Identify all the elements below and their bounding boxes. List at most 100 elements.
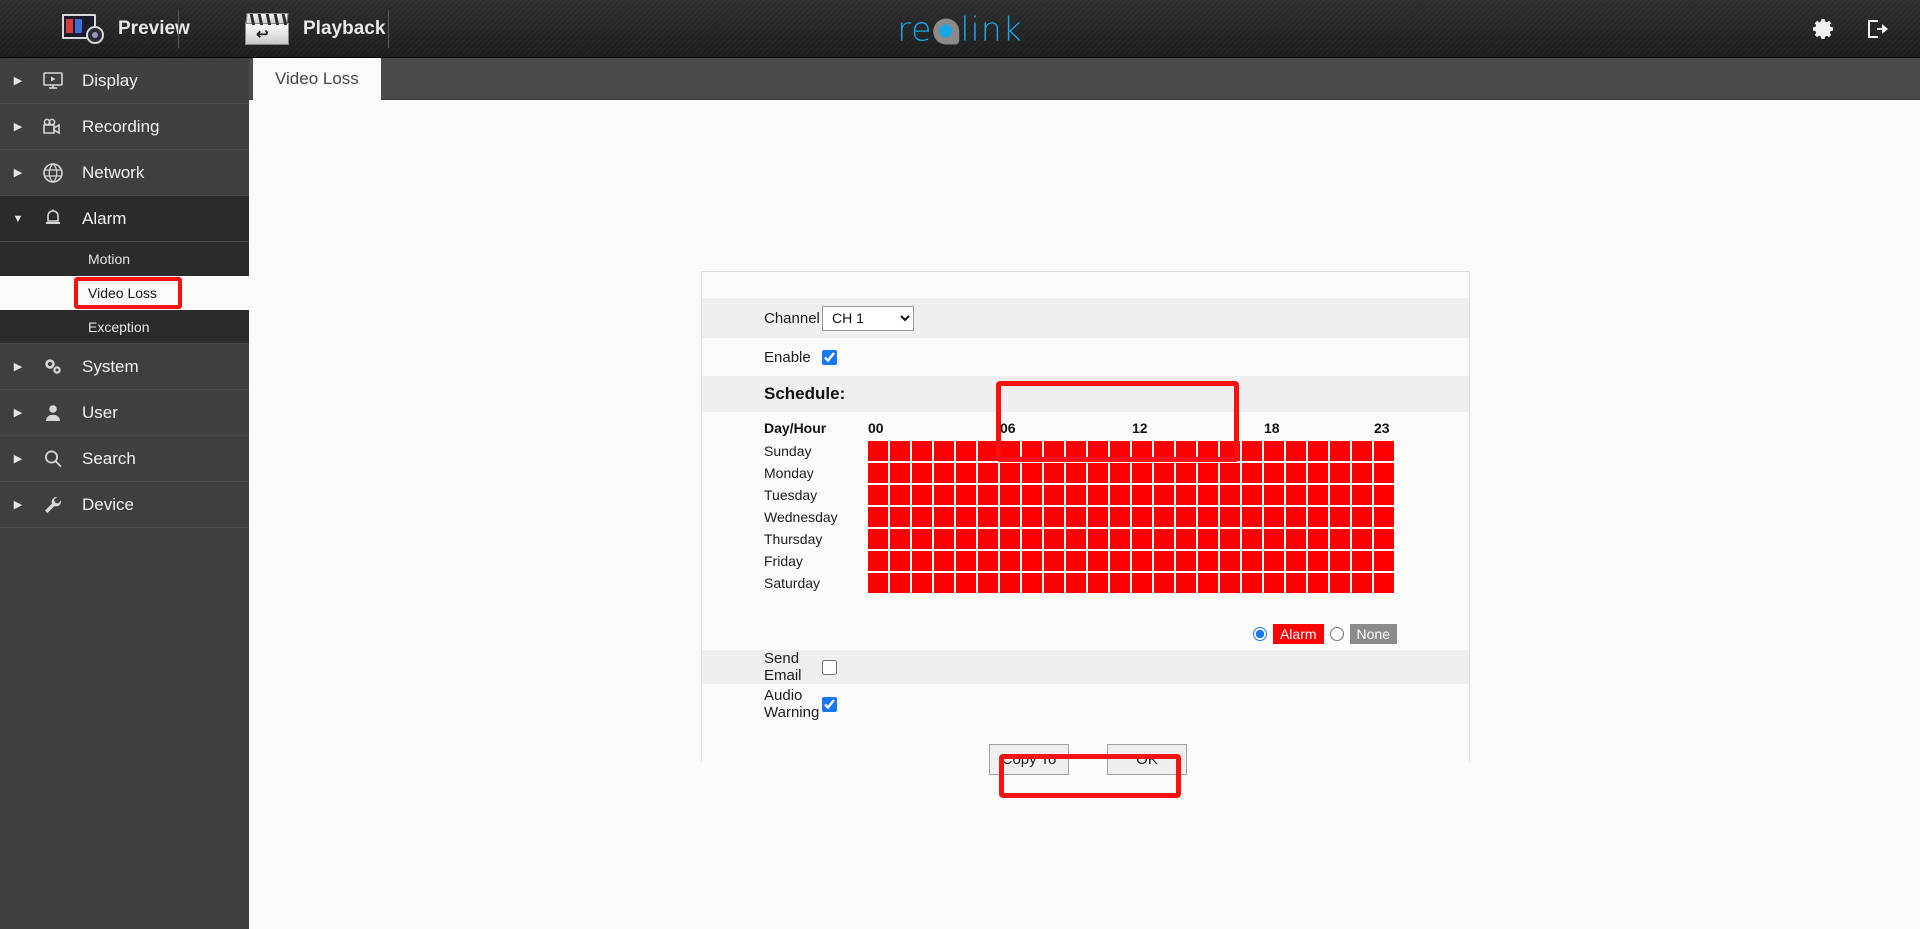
sidebar-item-search[interactable]: ▶ Search [0,436,249,482]
schedule-cell[interactable] [1132,441,1152,461]
sidebar-item-device[interactable]: ▶ Device [0,482,249,528]
sidebar-subitem-motion[interactable]: Motion [0,242,249,276]
schedule-cell[interactable] [868,529,888,549]
schedule-cell[interactable] [1066,573,1086,593]
schedule-cell[interactable] [1066,441,1086,461]
schedule-cell[interactable] [1132,529,1152,549]
schedule-cell[interactable] [912,529,932,549]
schedule-cell[interactable] [1374,485,1394,505]
schedule-cell[interactable] [890,485,910,505]
schedule-cell[interactable] [1044,529,1064,549]
legend-chip-none[interactable]: None [1349,624,1397,644]
schedule-cell[interactable] [1044,441,1064,461]
schedule-cell[interactable] [1044,485,1064,505]
audio-warning-checkbox[interactable] [822,696,837,712]
schedule-cell[interactable] [1132,463,1152,483]
schedule-cell[interactable] [912,573,932,593]
schedule-cell[interactable] [1000,507,1020,527]
schedule-cell[interactable] [1088,463,1108,483]
schedule-cell[interactable] [1154,441,1174,461]
schedule-cell[interactable] [1286,485,1306,505]
schedule-cell[interactable] [1330,485,1350,505]
schedule-cell[interactable] [1220,551,1240,571]
schedule-cell[interactable] [956,573,976,593]
send-email-checkbox[interactable] [822,659,837,675]
schedule-cell[interactable] [1330,507,1350,527]
schedule-cell[interactable] [1022,573,1042,593]
schedule-cell[interactable] [1264,441,1284,461]
schedule-cell[interactable] [1066,463,1086,483]
sidebar-item-system[interactable]: ▶ System [0,344,249,390]
schedule-cell[interactable] [1264,485,1284,505]
schedule-cell[interactable] [978,529,998,549]
schedule-cell[interactable] [1264,551,1284,571]
schedule-cell[interactable] [1110,441,1130,461]
schedule-cell[interactable] [934,507,954,527]
schedule-cell[interactable] [1176,529,1196,549]
schedule-cell[interactable] [1286,441,1306,461]
schedule-cell[interactable] [1132,551,1152,571]
schedule-cell[interactable] [1330,551,1350,571]
schedule-cell[interactable] [890,529,910,549]
schedule-cell[interactable] [1110,507,1130,527]
schedule-cell[interactable] [1110,551,1130,571]
schedule-cell[interactable] [1242,463,1262,483]
schedule-cell[interactable] [1242,485,1262,505]
schedule-cell[interactable] [1220,441,1240,461]
schedule-cell[interactable] [978,441,998,461]
schedule-day-cells[interactable] [868,551,1396,571]
schedule-cell[interactable] [1374,529,1394,549]
schedule-cell[interactable] [978,485,998,505]
schedule-cell[interactable] [912,485,932,505]
schedule-cell[interactable] [1220,485,1240,505]
schedule-cell[interactable] [1330,441,1350,461]
schedule-cell[interactable] [1374,441,1394,461]
schedule-cell[interactable] [1022,463,1042,483]
schedule-cell[interactable] [1176,463,1196,483]
schedule-cell[interactable] [1088,529,1108,549]
schedule-cell[interactable] [1000,485,1020,505]
schedule-cell[interactable] [1286,507,1306,527]
schedule-cell[interactable] [1022,441,1042,461]
schedule-cell[interactable] [1264,529,1284,549]
channel-select[interactable]: CH 1CH 2CH 3CH 4 [822,305,914,331]
schedule-cell[interactable] [1088,551,1108,571]
tab-video-loss[interactable]: Video Loss [253,58,381,100]
schedule-cell[interactable] [1242,573,1262,593]
schedule-cell[interactable] [1220,507,1240,527]
sidebar-item-alarm[interactable]: ▼ Alarm [0,196,249,242]
schedule-cell[interactable] [1066,529,1086,549]
schedule-cell[interactable] [1330,463,1350,483]
schedule-cell[interactable] [956,529,976,549]
ok-button[interactable]: OK [1107,744,1187,775]
settings-button[interactable] [1800,0,1848,58]
schedule-cell[interactable] [1242,551,1262,571]
schedule-cell[interactable] [1022,507,1042,527]
schedule-cell[interactable] [1066,485,1086,505]
schedule-cell[interactable] [912,551,932,571]
schedule-cell[interactable] [1308,529,1328,549]
schedule-cell[interactable] [1198,573,1218,593]
schedule-cell[interactable] [1352,507,1372,527]
schedule-cell[interactable] [934,529,954,549]
schedule-cell[interactable] [1352,551,1372,571]
schedule-cell[interactable] [1286,463,1306,483]
schedule-cell[interactable] [1242,441,1262,461]
schedule-day-cells[interactable] [868,441,1396,461]
schedule-cell[interactable] [1264,507,1284,527]
schedule-cell[interactable] [868,507,888,527]
schedule-cell[interactable] [1308,441,1328,461]
schedule-cell[interactable] [890,441,910,461]
schedule-cell[interactable] [1000,441,1020,461]
schedule-cell[interactable] [1242,529,1262,549]
schedule-cell[interactable] [1308,573,1328,593]
schedule-cell[interactable] [1132,485,1152,505]
schedule-cell[interactable] [978,507,998,527]
legend-chip-alarm[interactable]: Alarm [1272,624,1324,644]
schedule-cell[interactable] [1110,485,1130,505]
schedule-cell[interactable] [934,463,954,483]
schedule-cell[interactable] [890,573,910,593]
schedule-cell[interactable] [956,485,976,505]
schedule-cell[interactable] [934,441,954,461]
schedule-cell[interactable] [1044,573,1064,593]
